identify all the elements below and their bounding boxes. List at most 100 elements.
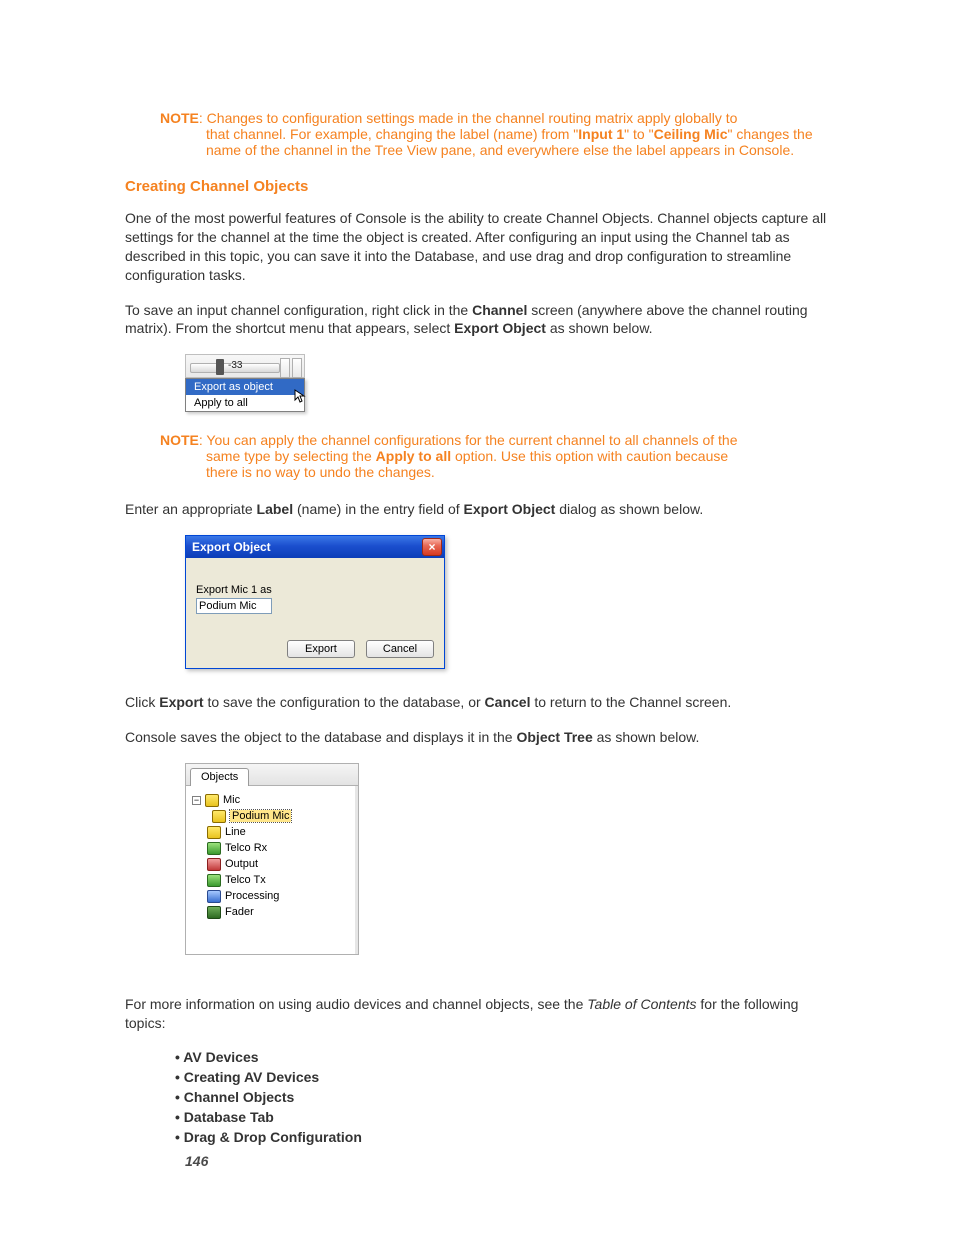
object-icon [212,810,226,823]
para-5: Console saves the object to the database… [125,728,829,747]
dialog-prompt: Export Mic 1 as [196,584,434,596]
cancel-button[interactable]: Cancel [366,640,434,658]
tree-node-podium-mic[interactable]: Podium Mic [190,808,354,824]
note-body-rest: that channel. For example, changing the … [206,126,829,158]
tree-label-mic: Mic [223,794,240,806]
slider-value: -33 [228,360,242,371]
para4-a: Click [125,694,159,710]
menu-item-export-as-object[interactable]: Export as object [186,379,304,395]
expander-icon[interactable]: − [192,796,201,805]
para5-b: as shown below. [593,729,700,745]
tree-body: − Mic Podium Mic Line Telco Rx O [186,786,358,954]
dialog-title: Export Object [192,540,271,554]
para4-export: Export [159,694,203,710]
note-text-line1: : Changes to configuration settings made… [199,110,738,126]
topic-drag-drop-config: Drag & Drop Configuration [175,1129,829,1145]
para6-a: For more information on using audio devi… [125,996,587,1012]
topic-creating-av-devices: Creating AV Devices [175,1069,829,1085]
tree-node-telco-rx[interactable]: Telco Rx [190,840,354,856]
tree-node-telco-tx[interactable]: Telco Tx [190,872,354,888]
para-4: Click Export to save the configuration t… [125,693,829,712]
para2-a: To save an input channel configuration, … [125,302,472,318]
context-menu: Export as object Apply to all [185,378,305,412]
menu-item-apply-to-all[interactable]: Apply to all [186,395,304,411]
note2-line2b: option. Use this option with caution bec… [451,448,728,464]
para5-tree: Object Tree [516,729,592,745]
dialog-titlebar: Export Object × [186,536,444,558]
para3-a: Enter an appropriate [125,501,257,517]
tree-label-podium: Podium Mic [230,810,291,822]
topic-av-devices: AV Devices [175,1049,829,1065]
para4-b: to save the configuration to the databas… [204,694,485,710]
page-number: 146 [185,1153,208,1169]
tree-tab-objects[interactable]: Objects [190,768,249,786]
para-1: One of the most powerful features of Con… [125,209,829,285]
figure-object-tree: Objects − Mic Podium Mic Line Telco Rx [185,763,359,955]
topics-list: AV Devices Creating AV Devices Channel O… [175,1049,829,1145]
tree-node-processing[interactable]: Processing [190,888,354,904]
para2-export: Export Object [454,320,546,336]
topic-channel-objects: Channel Objects [175,1089,829,1105]
tree-tab-row: Objects [186,764,358,786]
figure-export-dialog: Export Object × Export Mic 1 as Export C… [185,535,445,669]
tree-label-telco-rx: Telco Rx [225,842,267,854]
para3-label: Label [257,501,294,517]
tree-node-fader[interactable]: Fader [190,904,354,920]
note1-mid: " to " [624,126,653,142]
slider-strip: -33 [185,354,305,378]
para4-c: to return to the Channel screen. [530,694,731,710]
note2-line1: : You can apply the channel configuratio… [199,432,738,448]
dialog-name-input[interactable] [196,598,272,614]
scrollbar-ghost [355,786,358,954]
para-2: To save an input channel configuration, … [125,301,829,339]
para5-a: Console saves the object to the database… [125,729,516,745]
tree-node-line[interactable]: Line [190,824,354,840]
note2-line2: same type by selecting the Apply to all … [206,448,829,464]
menu-item-apply-label: Apply to all [194,397,248,409]
note1-ceiling: Ceiling Mic [654,126,728,142]
slider-side-boxes [280,358,302,378]
para3-b: (name) in the entry field of [293,501,463,517]
note2-apply: Apply to all [376,448,451,464]
slider-knob[interactable] [216,359,224,375]
dialog-body: Export Mic 1 as [186,558,444,624]
note2-line2a: same type by selecting the [206,448,376,464]
document-page: NOTE: Changes to configuration settings … [0,0,954,1209]
tree-label-output: Output [225,858,258,870]
tree-label-line: Line [225,826,246,838]
note1-rest-a: that channel. For example, changing the … [206,126,578,142]
note-block-2: NOTE: You can apply the channel configur… [160,432,829,480]
tree-node-mic[interactable]: − Mic [190,792,354,808]
para2-channel: Channel [472,302,527,318]
cursor-icon [294,389,308,405]
note-block-1: NOTE: Changes to configuration settings … [160,110,829,158]
figure-context-menu: -33 Export as object Apply to all [185,354,305,412]
topic-database-tab: Database Tab [175,1109,829,1125]
note-label: NOTE [160,110,199,126]
folder-icon [207,842,221,855]
tree-label-telco-tx: Telco Tx [225,874,266,886]
tree-node-output[interactable]: Output [190,856,354,872]
tree-label-processing: Processing [225,890,279,902]
note2-line3: there is no way to undo the changes. [206,464,829,480]
section-heading: Creating Channel Objects [125,178,829,195]
dialog-close-button[interactable]: × [422,538,442,556]
para3-c: dialog as shown below. [555,501,703,517]
folder-icon [207,906,221,919]
folder-icon [207,890,221,903]
para6-toc: Table of Contents [587,996,696,1012]
para4-cancel: Cancel [485,694,531,710]
para-6: For more information on using audio devi… [125,995,829,1033]
export-button[interactable]: Export [287,640,355,658]
folder-icon [207,826,221,839]
note1-input1: Input 1 [578,126,624,142]
para3-export: Export Object [464,501,556,517]
folder-icon [207,858,221,871]
dialog-button-row: Export Cancel [186,624,444,668]
para2-c: as shown below. [546,320,653,336]
note2-label: NOTE [160,432,199,448]
para-3: Enter an appropriate Label (name) in the… [125,500,829,519]
tree-label-fader: Fader [225,906,254,918]
folder-icon [205,794,219,807]
close-icon: × [428,541,435,553]
